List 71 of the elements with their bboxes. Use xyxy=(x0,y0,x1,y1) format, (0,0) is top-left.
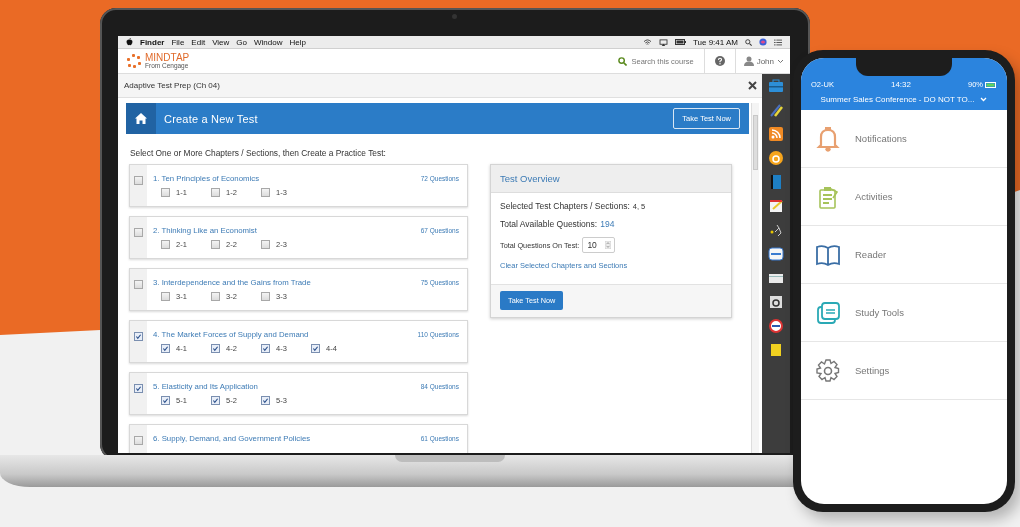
checkbox[interactable] xyxy=(211,292,220,301)
briefcase-icon[interactable] xyxy=(767,77,785,95)
menu-item[interactable]: Study Tools xyxy=(801,284,1007,342)
instruction-text: Select One or More Chapters / Sections, then Create a Practice Test: xyxy=(130,148,387,158)
banner-title: Create a New Test xyxy=(164,112,259,125)
checkbox[interactable] xyxy=(134,176,143,185)
list-icon[interactable] xyxy=(774,38,782,46)
panel-title: Test Overview xyxy=(491,165,731,193)
checkbox[interactable] xyxy=(261,344,270,353)
help-icon[interactable] xyxy=(714,56,725,66)
circle-logo-icon[interactable] xyxy=(767,149,785,167)
checkbox[interactable] xyxy=(261,240,270,249)
checkbox[interactable] xyxy=(134,332,143,341)
search-icon[interactable] xyxy=(745,38,752,46)
rss-icon[interactable] xyxy=(767,125,785,143)
logo-icon xyxy=(126,54,142,68)
logo-text: MINDTAP xyxy=(145,52,190,63)
checkbox[interactable] xyxy=(161,396,170,405)
menu-item[interactable]: Edit xyxy=(191,37,206,47)
checkbox[interactable] xyxy=(161,240,170,249)
checkbox[interactable] xyxy=(161,344,170,353)
number-field[interactable]: 10 xyxy=(582,237,615,253)
phone-time: 14:32 xyxy=(890,80,911,89)
checkbox[interactable] xyxy=(134,436,143,445)
checkbox[interactable] xyxy=(161,292,170,301)
home-icon[interactable] xyxy=(135,113,147,124)
apple-icon[interactable] xyxy=(126,38,133,46)
sign-icon[interactable] xyxy=(767,317,785,335)
notepad-icon[interactable] xyxy=(767,197,785,215)
camera-icon[interactable] xyxy=(767,293,785,311)
checkbox[interactable] xyxy=(261,292,270,301)
chevron-down-icon xyxy=(777,58,784,64)
badge-icon[interactable] xyxy=(767,245,785,263)
display-icon[interactable] xyxy=(658,38,668,46)
menu-item[interactable]: Settings xyxy=(801,342,1007,400)
search-icon xyxy=(617,56,627,66)
menu-item[interactable]: Finder xyxy=(140,37,165,47)
selected-label: Selected Test Chapters / Sections: xyxy=(500,201,630,211)
menu-item[interactable]: Window xyxy=(254,37,283,47)
available-label: Total Available Questions: xyxy=(500,219,598,229)
scrollbar[interactable] xyxy=(751,103,759,453)
menu-item[interactable]: Reader xyxy=(801,226,1007,284)
battery-icon xyxy=(985,81,997,88)
checkbox[interactable] xyxy=(161,188,170,197)
person-icon xyxy=(743,56,754,66)
menu-item[interactable]: Notifications xyxy=(801,110,1007,168)
checkbox[interactable] xyxy=(261,188,270,197)
checkbox[interactable] xyxy=(211,344,220,353)
available-value: 194 xyxy=(600,219,615,229)
wifi-icon[interactable] xyxy=(642,38,652,46)
checkbox[interactable] xyxy=(211,188,220,197)
menu-item[interactable]: View xyxy=(212,37,230,47)
checkbox[interactable] xyxy=(134,280,143,289)
menu-item[interactable]: Go xyxy=(236,37,247,47)
battery-icon[interactable] xyxy=(674,39,686,45)
menu-item[interactable]: Activities xyxy=(801,168,1007,226)
checkbox[interactable] xyxy=(211,396,220,405)
chevron-down-icon[interactable] xyxy=(980,97,988,102)
page-title: Adaptive Test Prep (Ch 04) xyxy=(124,81,220,90)
checkbox[interactable] xyxy=(134,384,143,393)
user-menu[interactable]: John xyxy=(735,56,784,66)
siri-icon[interactable] xyxy=(759,38,767,46)
menu-clock[interactable]: Tue 9:41 AM xyxy=(692,37,738,47)
checkbox[interactable] xyxy=(261,396,270,405)
checkbox[interactable] xyxy=(134,228,143,237)
menu-item[interactable]: Help xyxy=(289,37,306,47)
checkbox[interactable] xyxy=(311,344,320,353)
event-title[interactable]: Summer Sales Conference - DO NOT TO... xyxy=(820,95,975,104)
menu-item[interactable]: File xyxy=(171,37,185,47)
checkbox[interactable] xyxy=(211,240,220,249)
close-icon[interactable] xyxy=(748,81,757,90)
